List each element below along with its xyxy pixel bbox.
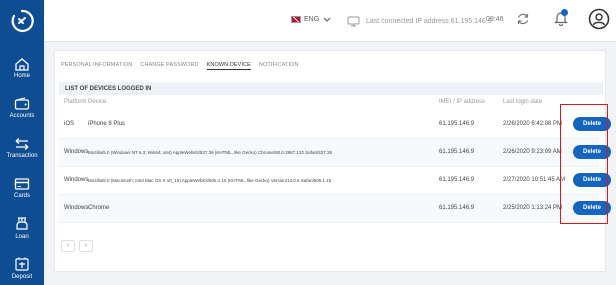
sidebar-item-accounts[interactable]: Accounts <box>0 88 44 128</box>
table-row: Windows Mozilla/5.0 (Windows NT 6.3; Win… <box>59 139 611 167</box>
device-cell: Mozilla/5.0 (Windows NT 6.3; Win64; x64)… <box>88 150 332 155</box>
column-header-ip: IMEI / IP address <box>439 99 485 105</box>
sidebar-item-label: Home <box>13 73 30 79</box>
transfer-icon <box>15 138 29 150</box>
last-login-cell: 2/27/2020 10:51:45 AM <box>503 177 566 183</box>
ip-cell: 61.195.146.9 <box>439 149 475 155</box>
language-label: ENG <box>304 16 320 23</box>
last-connected-info: Last connected IP address 61.195.146.9 <box>347 16 492 27</box>
device-cell: Mozilla/5.0 (Macintosh; Intel Mac OS X 1… <box>88 178 332 183</box>
prev-page-button[interactable]: ‹ <box>61 240 75 252</box>
device-cell: Chrome <box>88 205 110 211</box>
last-login-cell: 2/25/2020 1:13:24 PM <box>503 205 563 211</box>
sidebar: Home Accounts Transaction Cards Loan Dep… <box>0 0 44 285</box>
user-avatar-icon <box>588 8 610 30</box>
refresh-icon <box>517 13 529 25</box>
monitor-icon <box>347 16 360 27</box>
sidebar-item-transaction[interactable]: Transaction <box>0 128 44 168</box>
platform-cell: Windows <box>64 177 89 183</box>
last-connected-label: Last connected IP address <box>366 18 449 25</box>
user-profile-button[interactable] <box>588 8 610 35</box>
tab-notification[interactable]: NOTIFICATION <box>259 62 299 70</box>
card-icon <box>14 178 30 190</box>
loan-icon <box>16 217 28 230</box>
home-icon <box>15 58 29 71</box>
uk-flag-icon <box>291 16 301 23</box>
next-page-button[interactable]: › <box>79 240 93 252</box>
table-row: Windows Mozilla/5.0 (Macintosh; Intel Ma… <box>59 167 611 195</box>
sidebar-item-label: Transaction <box>6 153 38 159</box>
sidebar-item-deposit[interactable]: Deposit <box>0 248 44 285</box>
settings-tabs: PERSONAL INFORMATION CHANGE PASSWORD KNO… <box>61 62 299 70</box>
app-logo[interactable] <box>0 0 44 42</box>
last-login-cell: 2/26/2020 9:23:09 AM <box>503 149 562 155</box>
sidebar-item-label: Loan <box>15 234 29 240</box>
sidebar-item-home[interactable]: Home <box>0 48 44 88</box>
pagination: ‹ › <box>61 240 93 252</box>
platform-cell: Windows <box>64 149 89 155</box>
settings-card: PERSONAL INFORMATION CHANGE PASSWORD KNO… <box>54 50 611 272</box>
sidebar-item-cards[interactable]: Cards <box>0 168 44 208</box>
table-row: iOS iPhone 8 Plus 61.195.146.9 2/26/2020… <box>59 111 611 139</box>
sidebar-item-label: Deposit <box>11 274 33 280</box>
platform-cell: iOS <box>64 121 75 127</box>
last-login-cell: 2/26/2020 6:42:08 PM <box>503 121 563 127</box>
devices-section-title: LIST OF DEVICES LOGGED IN <box>59 82 603 95</box>
platform-cell: Windows <box>64 205 89 211</box>
sidebar-item-label: Accounts <box>9 113 35 119</box>
ip-cell: 61.195.146.9 <box>439 177 475 183</box>
tab-known-device[interactable]: KNOWN DEVICE <box>206 62 251 70</box>
language-selector[interactable]: ENG <box>291 16 331 23</box>
ip-cell: 61.195.146.9 <box>439 205 475 211</box>
highlight-box <box>560 104 608 224</box>
notification-badge <box>561 9 568 16</box>
column-header-last-login: Last login date <box>503 99 543 105</box>
table-row: Windows Chrome 61.195.146.9 2/25/2020 1:… <box>59 195 611 223</box>
chevron-down-icon <box>323 17 331 22</box>
device-cell: iPhone 8 Plus <box>88 121 126 127</box>
logo-icon <box>11 9 34 33</box>
ip-cell: 61.195.146.9 <box>439 121 475 127</box>
clock-time: 09:46 <box>486 16 504 23</box>
refresh-button[interactable] <box>516 12 530 31</box>
column-header-device: Device <box>88 99 107 105</box>
column-header-platform: Platform <box>64 99 87 105</box>
deposit-icon <box>15 257 29 271</box>
tab-personal-information[interactable]: PERSONAL INFORMATION <box>61 62 132 70</box>
sidebar-item-loan[interactable]: Loan <box>0 208 44 248</box>
sidebar-item-label: Cards <box>13 193 30 199</box>
wallet-icon <box>14 97 30 110</box>
tab-change-password[interactable]: CHANGE PASSWORD <box>140 62 198 70</box>
top-header: ENG Last connected IP address 61.195.146… <box>44 0 616 42</box>
